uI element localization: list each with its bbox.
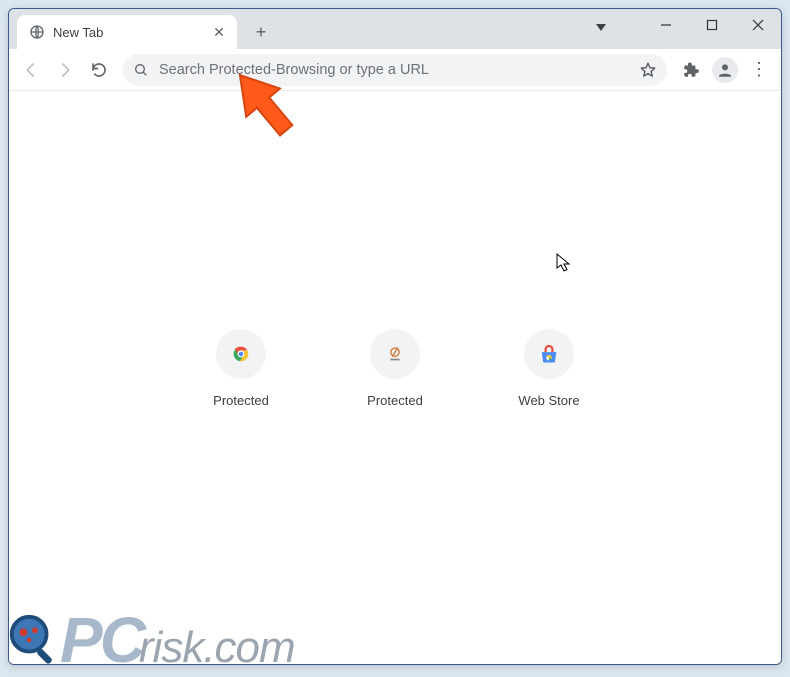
toolbar: ⋮ — [9, 49, 781, 91]
extensions-icon[interactable] — [675, 54, 707, 86]
minimize-button[interactable] — [643, 9, 689, 41]
shortcut-icon — [216, 329, 266, 379]
shortcut-tile[interactable]: Web Store — [507, 329, 591, 408]
tab-search-icon[interactable] — [591, 17, 611, 37]
titlebar: New Tab ✕ + — [9, 9, 781, 49]
close-window-button[interactable] — [735, 9, 781, 41]
profile-button[interactable] — [709, 54, 741, 86]
browser-window: New Tab ✕ + — [8, 8, 782, 665]
shortcut-label: Web Store — [518, 393, 579, 408]
shortcut-label: Protected — [213, 393, 269, 408]
shortcut-tile[interactable]: Protected — [353, 329, 437, 408]
menu-button[interactable]: ⋮ — [743, 54, 775, 86]
reload-button[interactable] — [83, 54, 115, 86]
shortcut-label: Protected — [367, 393, 423, 408]
address-input[interactable] — [159, 62, 639, 78]
tab-title: New Tab — [53, 25, 103, 40]
close-tab-icon[interactable]: ✕ — [211, 24, 227, 40]
shortcut-tile[interactable]: Protected — [199, 329, 283, 408]
omnibox[interactable] — [123, 54, 667, 86]
search-icon — [133, 62, 149, 78]
shortcut-icon — [524, 329, 574, 379]
shortcut-icon — [370, 329, 420, 379]
back-button[interactable] — [15, 54, 47, 86]
tab-active[interactable]: New Tab ✕ — [17, 15, 237, 49]
forward-button[interactable] — [49, 54, 81, 86]
bookmark-star-icon[interactable] — [639, 61, 657, 79]
new-tab-content: Protected Protected — [9, 91, 781, 664]
avatar-icon — [712, 57, 738, 83]
new-tab-button[interactable]: + — [247, 18, 275, 46]
shortcuts-row: Protected Protected — [199, 329, 591, 408]
window-controls — [643, 9, 781, 41]
globe-icon — [29, 24, 45, 40]
maximize-button[interactable] — [689, 9, 735, 41]
